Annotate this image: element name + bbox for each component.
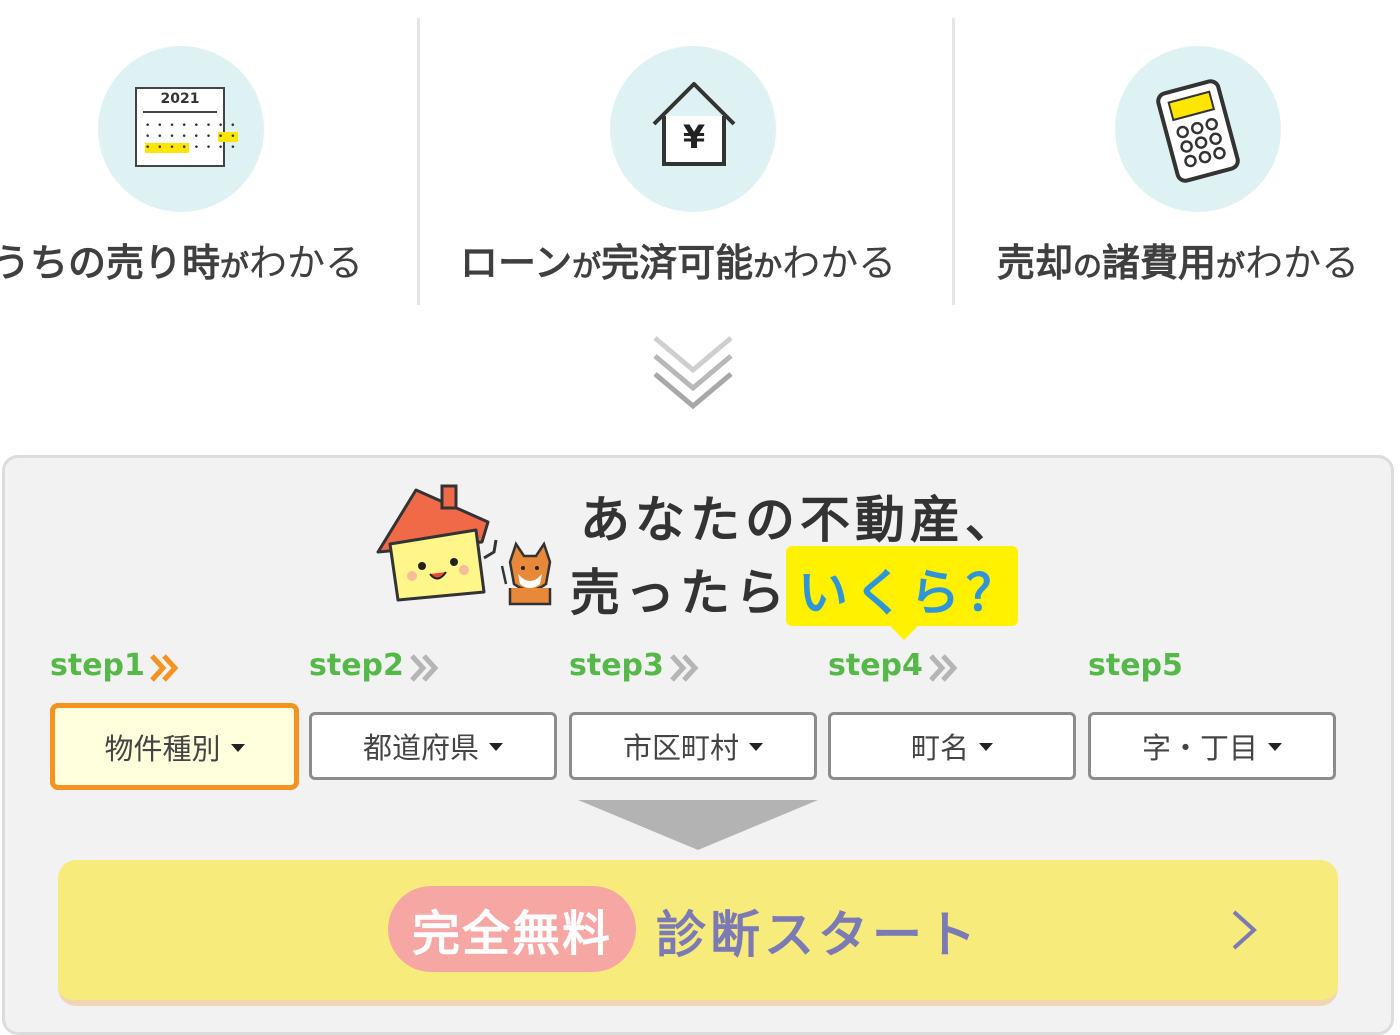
select-value: 物件種別 xyxy=(104,731,221,766)
feature-costs: 売却の諸費用がわかる xyxy=(955,0,1400,310)
town-select[interactable]: 町名 xyxy=(828,712,1076,780)
calendar-icon: 2021 • • • • • • • • • • • • • • • • • •… xyxy=(135,87,238,167)
double-chevron-right-icon xyxy=(670,654,699,682)
headline-line2: 売ったら xyxy=(570,564,790,622)
select-value: 町名 xyxy=(910,731,969,765)
feature-loan: ¥ ローンが完済可能かわかる xyxy=(420,0,952,310)
calendar-year: 2021 xyxy=(160,91,200,107)
caret-down-icon xyxy=(489,743,503,751)
city-select[interactable]: 市区町村 xyxy=(569,712,817,780)
double-chevron-right-icon xyxy=(929,654,958,682)
step-label-4: step4 xyxy=(828,648,923,683)
double-chevron-right-icon xyxy=(150,654,179,682)
step-label-1: step1 xyxy=(50,648,145,683)
headline-highlight: いくら？ xyxy=(798,564,1022,622)
double-chevron-right-icon xyxy=(410,654,439,682)
feature-caption: うちの売り時がわかる xyxy=(0,241,364,285)
step-label-2: step2 xyxy=(309,648,404,683)
headline-line1: あなたの不動産、 xyxy=(580,491,1020,549)
start-diagnosis-label: 診断スタート xyxy=(656,906,980,964)
property-type-select[interactable]: 物件種別 xyxy=(50,703,299,790)
calculator-icon xyxy=(1153,76,1243,186)
select-value: 字・丁目 xyxy=(1141,731,1258,765)
caret-down-icon xyxy=(1268,743,1282,751)
caret-down-icon xyxy=(230,743,245,752)
feature-caption: ローンが完済可能かわかる xyxy=(460,241,897,285)
step-label-3: step3 xyxy=(569,648,664,683)
feature-icon-circle xyxy=(1115,46,1281,212)
prefecture-select[interactable]: 都道府県 xyxy=(309,712,557,780)
house-mascot-icon xyxy=(376,484,552,606)
svg-text:¥: ¥ xyxy=(683,118,705,156)
caret-down-icon xyxy=(749,743,763,751)
house-yen-icon: ¥ xyxy=(644,72,744,177)
select-value: 市区町村 xyxy=(622,731,739,765)
double-chevron-down-icon xyxy=(653,336,733,410)
feature-icon-circle: 2021 • • • • • • • • • • • • • • • • • •… xyxy=(98,46,264,212)
caret-down-icon xyxy=(979,743,993,751)
feature-icon-circle: ¥ xyxy=(610,46,776,212)
block-select[interactable]: 字・丁目 xyxy=(1088,712,1336,780)
feature-sell-timing: 2021 • • • • • • • • • • • • • • • • • •… xyxy=(0,0,417,310)
feature-caption: 売却の諸費用がわかる xyxy=(997,241,1360,285)
triangle-down-icon xyxy=(578,800,818,850)
select-value: 都道府県 xyxy=(362,731,479,765)
chevron-right-icon xyxy=(1232,910,1257,950)
feature-strip: 2021 • • • • • • • • • • • • • • • • • •… xyxy=(0,0,1400,310)
step-label-5: step5 xyxy=(1088,648,1183,683)
free-badge: 完全無料 xyxy=(388,886,636,972)
